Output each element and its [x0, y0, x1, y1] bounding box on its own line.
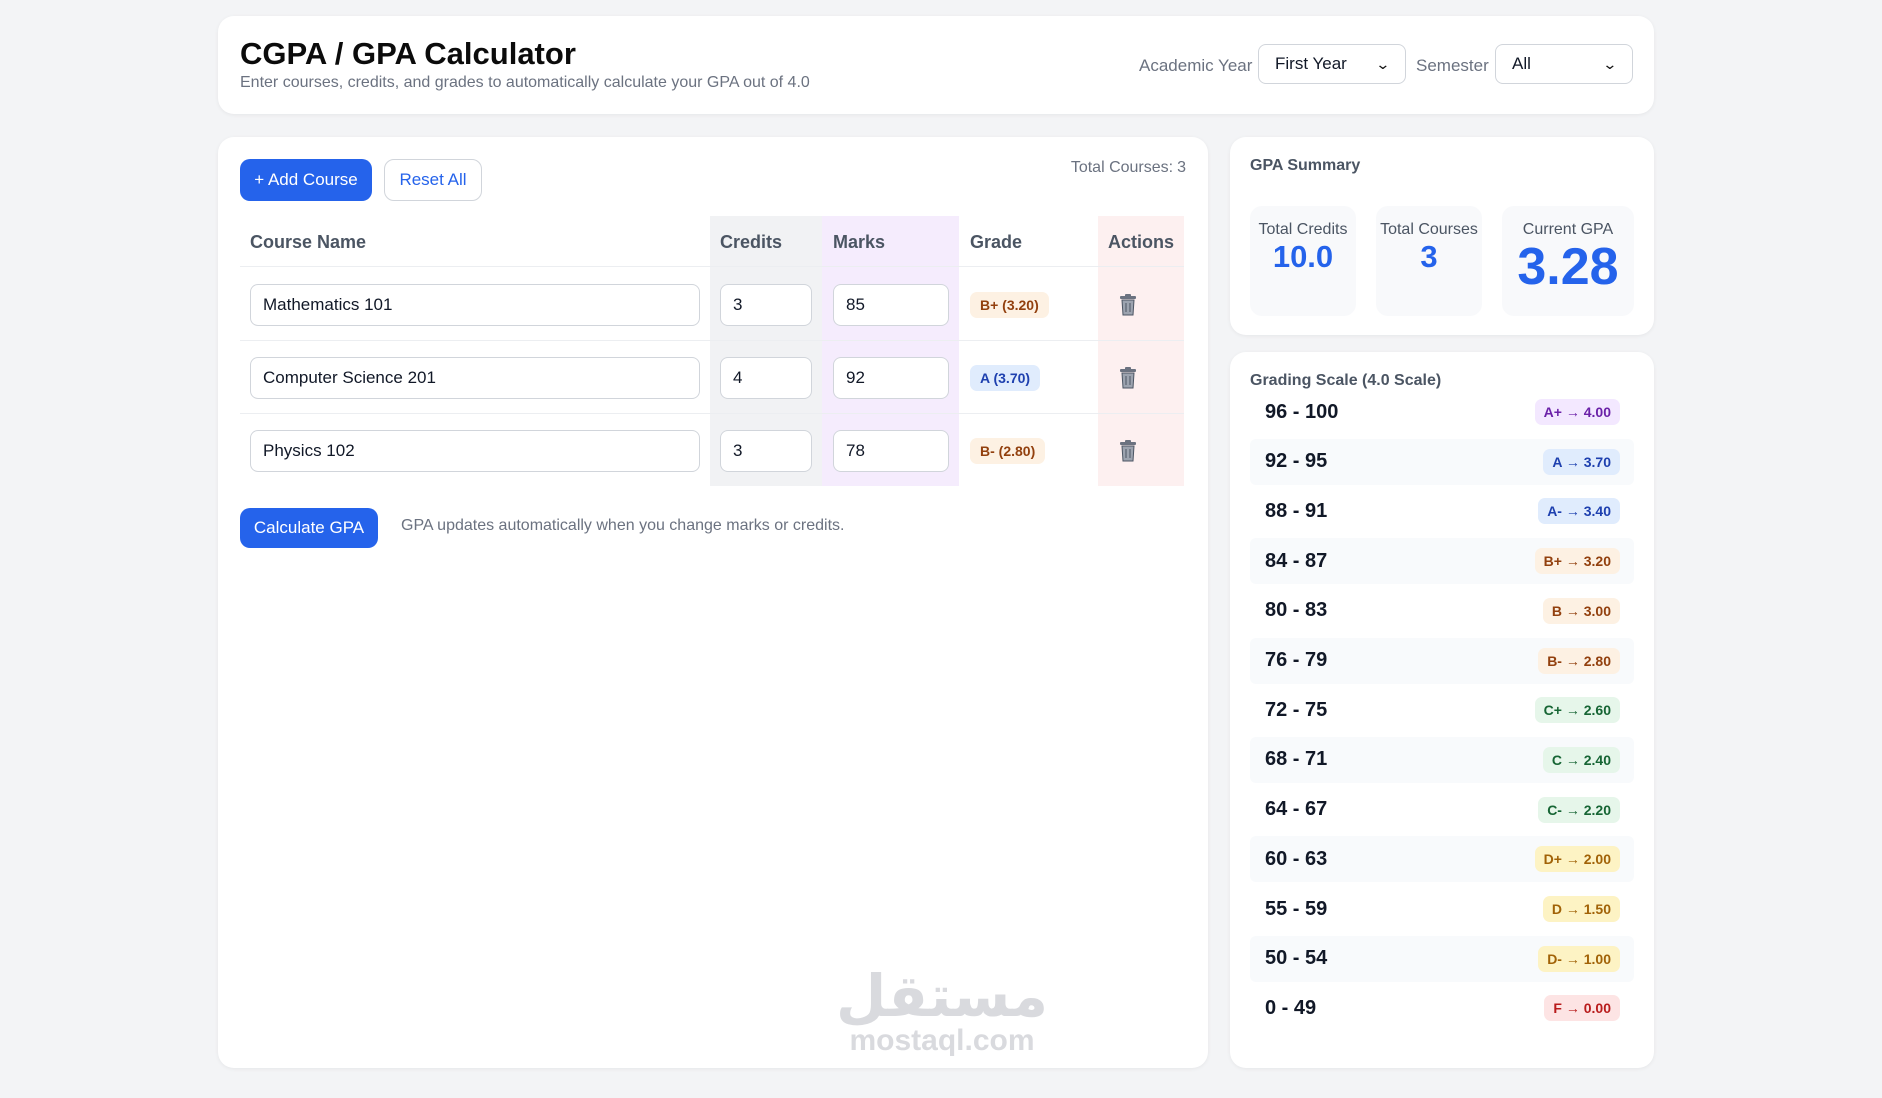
scale-grade-badge: D- → 1.00: [1538, 945, 1620, 972]
credits-input[interactable]: 4: [720, 357, 812, 399]
scale-range: 72 - 75: [1265, 698, 1328, 721]
trash-icon[interactable]: [1119, 294, 1137, 316]
semester-value: All: [1512, 54, 1531, 73]
total-credits-value: 10.0: [1272, 239, 1334, 274]
total-credits-label: Total Credits: [1258, 221, 1348, 238]
reset-all-button[interactable]: Reset All: [384, 159, 482, 201]
chevron-down-icon: ⌄: [1375, 55, 1391, 72]
chevron-down-icon: ⌄: [1602, 55, 1618, 72]
academic-year-select[interactable]: First Year ⌄: [1258, 44, 1406, 84]
gpa-summary-card: GPA Summary Total Credits 10.0 Total Cou…: [1230, 137, 1654, 335]
scale-row: 76 - 79 B- → 2.80: [1250, 637, 1634, 684]
total-courses-value: 3: [1177, 159, 1186, 176]
scale-grade-badge: C- → 2.20: [1538, 796, 1620, 823]
scale-row: 84 - 87 B+ → 3.20: [1250, 538, 1634, 585]
grade-badge: B+ (3.20): [970, 292, 1049, 318]
scale-grade-badge: B → 3.00: [1542, 597, 1620, 624]
scale-row: 80 - 83 B → 3.00: [1250, 588, 1634, 634]
scale-row: 68 - 71 C → 2.40: [1250, 736, 1634, 783]
row-divider: [240, 340, 1184, 341]
scale-row: 0 - 49 F → 0.00: [1250, 985, 1634, 1031]
scale-row: 72 - 75 C+ → 2.60: [1250, 687, 1634, 733]
academic-year-label: Academic Year: [1139, 56, 1253, 75]
grade-badge: A (3.70): [970, 365, 1041, 391]
add-course-button[interactable]: + Add Course: [240, 159, 372, 201]
total-courses-counter: Total Courses: 3: [1067, 159, 1186, 177]
scale-row: 60 - 63 D+ → 2.00: [1250, 836, 1634, 883]
total-courses-value: 3: [1420, 239, 1438, 274]
total-credits-stat: Total Credits 10.0: [1250, 206, 1356, 316]
scale-title: Grading Scale (4.0 Scale): [1250, 372, 1442, 389]
scale-row: 50 - 54 D- → 1.00: [1250, 935, 1634, 982]
page-title: CGPA / GPA Calculator: [240, 36, 576, 71]
auto-update-hint: GPA updates automatically when you chang…: [401, 517, 845, 534]
scale-row: 64 - 67 C- → 2.20: [1250, 787, 1634, 833]
scale-range: 64 - 67: [1265, 798, 1328, 821]
header-grade: Grade: [970, 232, 1023, 252]
watermark-latin: mostaql.com: [849, 1024, 1035, 1057]
current-gpa-stat: Current GPA 3.28: [1502, 206, 1634, 316]
scale-row: 92 - 95 A → 3.70: [1250, 438, 1634, 485]
header-actions: Actions: [1108, 232, 1175, 252]
marks-input[interactable]: 85: [833, 284, 949, 326]
header-credits: Credits: [720, 232, 783, 252]
total-courses-stat: Total Courses 3: [1376, 206, 1482, 316]
total-courses-label: Total Courses: [1380, 221, 1478, 238]
scale-range: 92 - 95: [1265, 450, 1328, 473]
scale-range: 88 - 91: [1265, 499, 1328, 522]
scale-range: 96 - 100: [1265, 400, 1339, 423]
scale-grade-badge: B- → 2.80: [1538, 647, 1620, 674]
trash-icon[interactable]: [1119, 440, 1137, 462]
course-name-input[interactable]: Physics 102: [250, 430, 700, 472]
scale-grade-badge: A → 3.70: [1543, 448, 1620, 475]
scale-range: 80 - 83: [1265, 599, 1328, 622]
total-courses-label: Total Courses:: [1070, 159, 1174, 176]
credits-input[interactable]: 3: [720, 430, 812, 472]
marks-input[interactable]: 92: [833, 357, 949, 399]
scale-range: 60 - 63: [1265, 847, 1328, 870]
watermark-arabic: مستقل: [835, 962, 1049, 1030]
marks-input[interactable]: 78: [833, 430, 949, 472]
scale-row: 55 - 59 D → 1.50: [1250, 886, 1634, 932]
scale-range: 76 - 79: [1265, 649, 1328, 671]
scale-grade-badge: C → 2.40: [1542, 746, 1620, 773]
row-divider: [240, 266, 1184, 267]
page-subtitle: Enter courses, credits, and grades to au…: [240, 74, 810, 91]
scale-grade-badge: D → 1.50: [1542, 896, 1620, 922]
header-card: CGPA / GPA Calculator Enter courses, cre…: [218, 16, 1654, 114]
scale-range: 55 - 59: [1265, 897, 1328, 920]
header-course-name: Course Name: [250, 232, 367, 252]
scale-grade-badge: B+ → 3.20: [1534, 548, 1620, 575]
row-divider: [240, 413, 1184, 414]
scale-grade-badge: A+ → 4.00: [1534, 399, 1620, 425]
academic-year-value: First Year: [1275, 54, 1347, 73]
scale-row: 88 - 91 A- → 3.40: [1250, 488, 1634, 534]
watermark: مستقل mostaql.com: [822, 966, 1062, 1056]
scale-grade-badge: A- → 3.40: [1538, 498, 1620, 525]
scale-grade-badge: C+ → 2.60: [1534, 697, 1620, 724]
current-gpa-label: Current GPA: [1522, 221, 1614, 238]
course-name-input[interactable]: Computer Science 201: [250, 357, 700, 399]
scale-grade-badge: F → 0.00: [1544, 995, 1620, 1022]
grade-badge: B- (2.80): [970, 438, 1046, 464]
current-gpa-value: 3.28: [1517, 238, 1619, 296]
scale-range: 84 - 87: [1265, 549, 1328, 572]
actions-column-bg: [1098, 216, 1184, 486]
trash-icon[interactable]: [1119, 367, 1137, 389]
course-name-input[interactable]: Mathematics 101: [250, 284, 700, 326]
semester-select[interactable]: All ⌄: [1495, 44, 1633, 84]
grading-scale-card: Grading Scale (4.0 Scale) 96 - 100 A+ → 4…: [1230, 352, 1654, 1068]
scale-row: 96 - 100 A+ → 4.00: [1250, 389, 1634, 435]
header-marks: Marks: [833, 232, 886, 252]
semester-label: Semester: [1416, 56, 1489, 75]
calculate-gpa-button[interactable]: Calculate GPA: [240, 508, 378, 548]
scale-range: 68 - 71: [1265, 748, 1328, 771]
courses-card: + Add Course Reset All Total Courses: 3 C…: [218, 137, 1208, 1068]
scale-range: 50 - 54: [1265, 947, 1328, 970]
summary-title: GPA Summary: [1250, 157, 1361, 174]
scale-grade-badge: D+ → 2.00: [1534, 846, 1620, 873]
credits-input[interactable]: 3: [720, 284, 812, 326]
scale-range: 0 - 49: [1265, 996, 1317, 1019]
